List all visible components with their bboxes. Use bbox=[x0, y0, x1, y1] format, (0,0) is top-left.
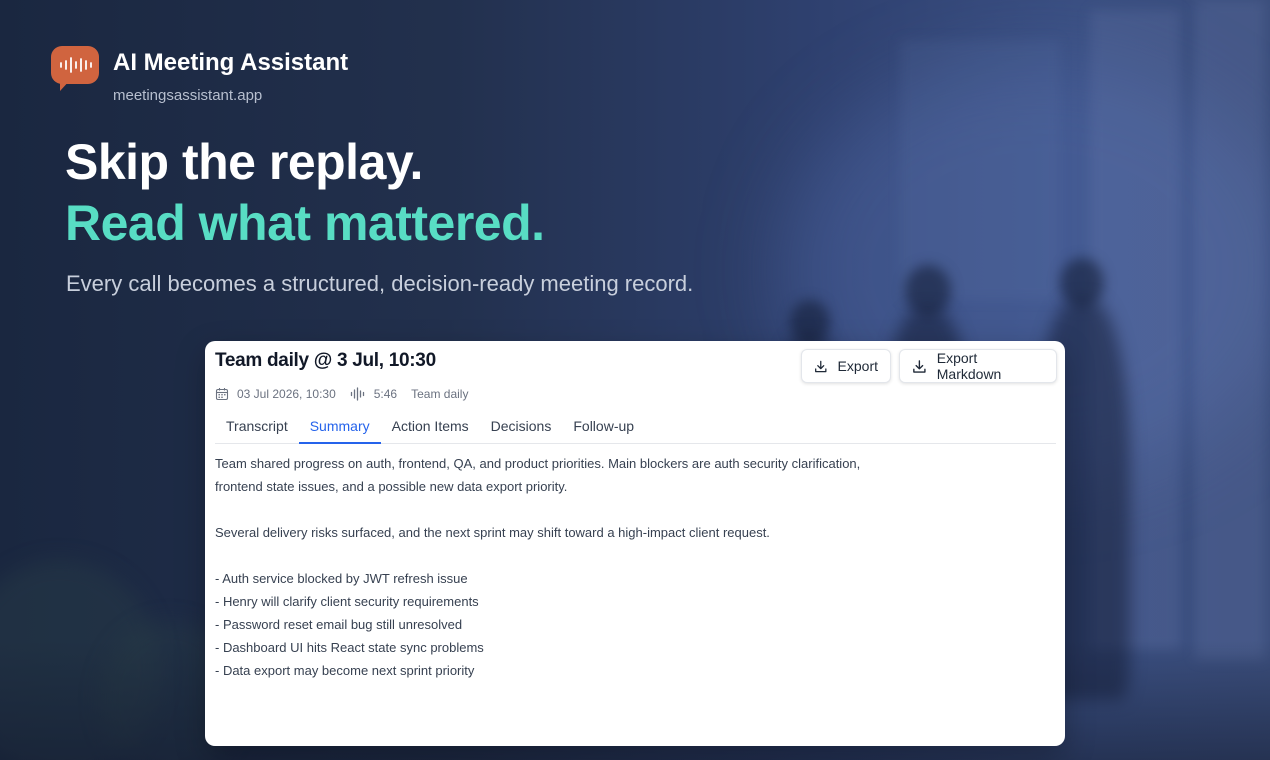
list-item: - Password reset email bug still unresol… bbox=[215, 617, 463, 632]
tab-summary[interactable]: Summary bbox=[298, 413, 381, 444]
calendar-icon bbox=[215, 388, 229, 401]
summary-text: Several delivery risks surfaced, and the… bbox=[215, 525, 770, 540]
meeting-meta: 03 Jul 2026, 10:30 5:46 Team daily bbox=[215, 387, 482, 401]
audio-waveform-icon bbox=[350, 387, 364, 401]
meeting-duration: 5:46 bbox=[373, 387, 398, 401]
speech-waveform-icon bbox=[51, 46, 99, 91]
download-icon bbox=[913, 359, 926, 373]
summary-content: Team shared progress on auth, frontend, … bbox=[215, 452, 1045, 682]
meeting-series: Team daily bbox=[411, 387, 469, 401]
summary-text: Team shared progress on auth, frontend, … bbox=[215, 456, 861, 471]
export-button[interactable]: Export bbox=[801, 349, 891, 383]
meeting-date: 03 Jul 2026, 10:30 bbox=[237, 387, 336, 401]
export-markdown-button-label: Export Markdown bbox=[936, 350, 1002, 382]
meeting-record-card: Team daily @ 3 Jul, 10:30 Export Export … bbox=[205, 341, 1065, 746]
list-item: - Henry will clarify client security req… bbox=[215, 594, 479, 609]
tab-follow-up[interactable]: Follow-up bbox=[562, 413, 645, 444]
hero-headline-accent: Read what mattered. bbox=[65, 195, 545, 251]
hero-headline: Skip the replay. bbox=[65, 134, 423, 190]
export-button-label: Export bbox=[837, 358, 878, 374]
brand: AI Meeting Assistant meetingsassistant.a… bbox=[51, 46, 348, 106]
tab-action-items[interactable]: Action Items bbox=[381, 413, 480, 444]
meeting-title: Team daily @ 3 Jul, 10:30 bbox=[215, 350, 436, 371]
tab-transcript[interactable]: Transcript bbox=[215, 413, 299, 444]
hero-subtitle: Every call becomes a structured, decisio… bbox=[66, 271, 694, 296]
tab-decisions[interactable]: Decisions bbox=[480, 413, 563, 444]
summary-text: frontend state issues, and a possible ne… bbox=[215, 479, 568, 494]
list-item: - Dashboard UI hits React state sync pro… bbox=[215, 640, 484, 655]
meeting-tabs: Transcript Summary Action Items Decision… bbox=[215, 413, 1056, 444]
brand-url: meetingsassistant.app bbox=[113, 87, 263, 104]
brand-title: AI Meeting Assistant bbox=[113, 49, 349, 76]
download-icon bbox=[815, 360, 827, 372]
list-item: - Data export may become next sprint pri… bbox=[215, 663, 475, 678]
list-item: - Auth service blocked by JWT refresh is… bbox=[215, 571, 468, 586]
export-markdown-button[interactable]: Export Markdown bbox=[899, 349, 1057, 383]
